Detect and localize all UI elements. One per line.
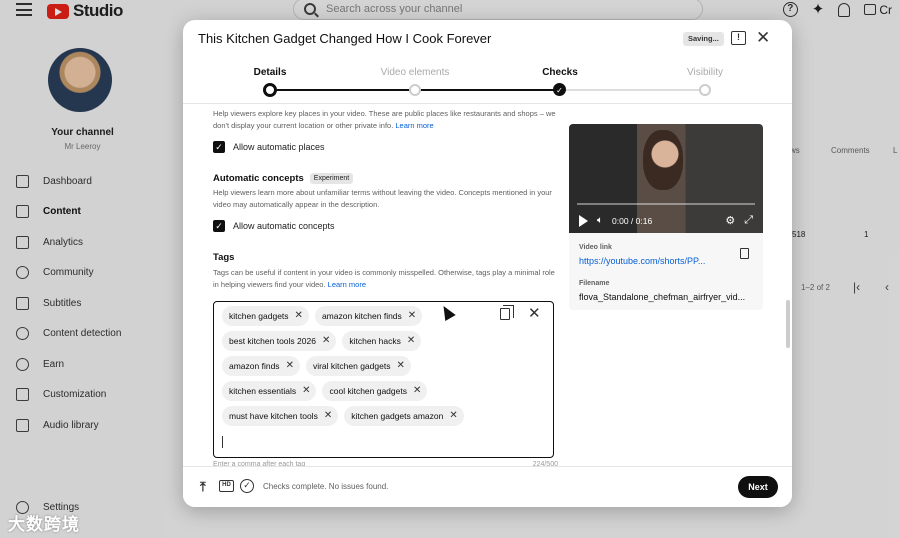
remove-tag-icon[interactable]: ✕	[322, 336, 330, 346]
settings-gear-icon[interactable]: ⚙︎	[725, 214, 735, 227]
tag-chip: kitchen essentials ✕	[222, 381, 317, 401]
tags-input[interactable]: kitchen gadgets ✕ amazon kitchen finds ✕ b…	[213, 301, 554, 458]
tag-chip: must have kitchen tools ✕	[222, 406, 339, 426]
tags-heading: Tags	[213, 252, 235, 263]
tag-label: best kitchen tools 2026	[229, 336, 316, 346]
upload-icon[interactable]: ⤒	[200, 479, 206, 495]
copy-link-icon[interactable]	[740, 248, 749, 259]
step-connector	[415, 89, 560, 91]
play-icon[interactable]	[579, 214, 588, 227]
saving-badge: Saving...	[683, 32, 724, 46]
step-visibility[interactable]: Visibility	[650, 67, 760, 78]
tag-label: cool kitchen gadgets	[329, 386, 407, 396]
clear-tags-icon[interactable]: ✕	[528, 304, 541, 322]
remove-tag-icon[interactable]: ✕	[286, 361, 294, 371]
tags-learn-more-link[interactable]: Learn more	[328, 280, 366, 289]
remove-tag-icon[interactable]: ✕	[302, 386, 310, 396]
feedback-icon[interactable]: !	[731, 31, 746, 45]
video-preview-card: 🔈︎ 0:00 / 0:16 ⚙︎ ⤢ Video link https://y…	[569, 124, 763, 310]
tag-chip: kitchen hacks ✕	[342, 331, 422, 351]
tag-label: kitchen gadgets amazon	[351, 411, 444, 421]
video-progress-bar[interactable]	[577, 203, 755, 205]
tag-chip: best kitchen tools 2026 ✕	[222, 331, 337, 351]
tags-help-text: Tags can be useful if content in your vi…	[213, 268, 555, 289]
dialog-scrollbar[interactable]	[786, 300, 790, 348]
places-learn-more-link[interactable]: Learn more	[395, 121, 433, 130]
remove-tag-icon[interactable]: ✕	[396, 361, 404, 371]
concepts-checkbox-label: Allow automatic concepts	[233, 221, 335, 231]
concepts-help-text: Help viewers learn more about unfamiliar…	[213, 188, 552, 209]
tag-label: amazon kitchen finds	[321, 311, 402, 321]
tag-chip: viral kitchen gadgets ✕	[305, 356, 411, 376]
tag-label: amazon finds	[229, 361, 280, 371]
concepts-checkbox[interactable]: ✓	[213, 220, 225, 232]
tag-chip: amazon finds ✕	[222, 356, 300, 376]
hd-icon[interactable]: HD	[219, 480, 234, 492]
tag-chip: kitchen gadgets amazon ✕	[344, 406, 464, 426]
automatic-concepts-heading: Automatic concepts Experiment	[213, 173, 558, 184]
tag-label: kitchen hacks	[349, 336, 401, 346]
volume-icon[interactable]: 🔈︎	[597, 215, 603, 226]
remove-tag-icon[interactable]: ✕	[407, 336, 415, 346]
checks-complete-icon[interactable]: ✓	[240, 479, 254, 493]
filename-value: flova_Standalone_chefman_airfryer_vid...	[579, 292, 746, 302]
concepts-title: Automatic concepts	[213, 173, 304, 184]
video-player[interactable]: 🔈︎ 0:00 / 0:16 ⚙︎ ⤢	[569, 124, 763, 233]
watermark-logo: 大数跨境	[8, 515, 80, 534]
text-caret	[222, 436, 223, 448]
close-icon[interactable]: ✕	[756, 28, 770, 48]
next-button[interactable]: Next	[738, 476, 778, 498]
tag-chip-list: kitchen gadgets ✕ amazon kitchen finds ✕ b…	[222, 306, 492, 426]
details-form: Help viewers explore key places in your …	[213, 108, 558, 463]
dialog-footer: ⤒ HD ✓ Checks complete. No issues found.…	[183, 466, 792, 507]
upload-stepper: Details Video elements Checks Visibility…	[183, 64, 792, 104]
places-checkbox[interactable]: ✓	[213, 141, 225, 153]
remove-tag-icon[interactable]: ✕	[408, 311, 416, 321]
step-checks[interactable]: Checks	[505, 67, 615, 78]
step-connector	[270, 89, 415, 91]
fullscreen-icon[interactable]: ⤢	[744, 214, 753, 227]
step-video-elements[interactable]: Video elements	[360, 67, 470, 78]
copy-tags-icon[interactable]	[500, 305, 514, 320]
tag-label: viral kitchen gadgets	[312, 361, 391, 371]
tag-chip: cool kitchen gadgets ✕	[322, 381, 428, 401]
video-frame	[643, 130, 683, 190]
remove-tag-icon[interactable]: ✕	[295, 311, 303, 321]
checks-status-text: Checks complete. No issues found.	[263, 482, 389, 491]
video-controls: 🔈︎ 0:00 / 0:16 ⚙︎ ⤢	[569, 208, 763, 233]
allow-automatic-concepts[interactable]: ✓ Allow automatic concepts	[213, 220, 558, 232]
video-link-label: Video link	[579, 244, 612, 251]
step-details[interactable]: Details	[215, 67, 325, 78]
tag-chip: amazon kitchen finds ✕	[314, 306, 423, 326]
remove-tag-icon[interactable]: ✕	[413, 386, 421, 396]
tag-label: kitchen essentials	[229, 386, 297, 396]
step-dot-details	[263, 83, 277, 97]
upload-details-dialog: This Kitchen Gadget Changed How I Cook F…	[183, 20, 792, 507]
tag-label: must have kitchen tools	[229, 411, 318, 421]
places-help-text: Help viewers explore key places in your …	[213, 109, 556, 130]
step-connector	[560, 89, 705, 91]
step-done-check-icon: ✓	[553, 83, 566, 96]
tag-label: kitchen gadgets	[229, 311, 289, 321]
filename-label: Filename	[579, 280, 610, 287]
tag-chip: kitchen gadgets ✕	[222, 306, 309, 326]
places-checkbox-label: Allow automatic places	[233, 142, 325, 152]
allow-automatic-places[interactable]: ✓ Allow automatic places	[213, 141, 558, 153]
remove-tag-icon[interactable]: ✕	[449, 411, 457, 421]
remove-tag-icon[interactable]: ✕	[324, 411, 332, 421]
dialog-title: This Kitchen Gadget Changed How I Cook F…	[198, 31, 492, 46]
video-time: 0:00 / 0:16	[612, 215, 653, 226]
video-link[interactable]: https://youtube.com/shorts/PP...	[579, 256, 705, 266]
step-dot-video-elements	[409, 84, 421, 96]
step-dot-visibility	[699, 84, 711, 96]
experiment-badge: Experiment	[309, 173, 354, 184]
